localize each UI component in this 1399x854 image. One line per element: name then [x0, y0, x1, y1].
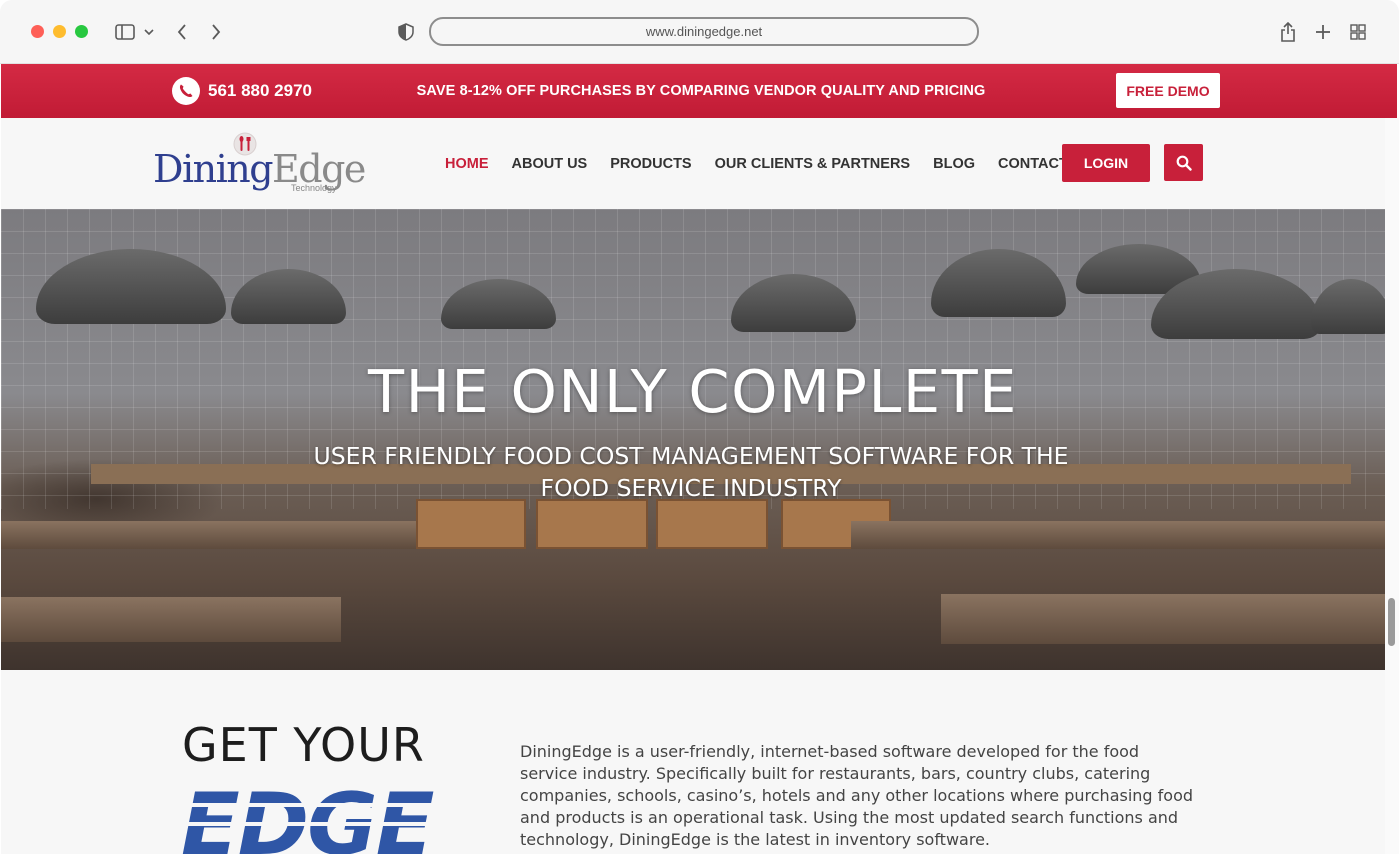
back-icon[interactable]	[172, 18, 192, 46]
nav-blog[interactable]: BLOG	[933, 156, 975, 172]
shield-icon[interactable]	[396, 18, 416, 46]
intro-heading: GET YOUR	[182, 718, 425, 772]
hero-table	[1, 597, 341, 642]
hero-subtitle: USER FRIENDLY FOOD COST MANAGEMENT SOFTW…	[313, 442, 1069, 502]
intro-section: GET YOUR EDGE DiningEdge is a user-frien…	[1, 670, 1385, 854]
nav-about-us[interactable]: ABOUT US	[512, 156, 588, 172]
phone-link[interactable]: 561 880 2970	[172, 77, 312, 105]
phone-icon	[172, 77, 200, 105]
hero-drawer	[536, 499, 648, 549]
logo-tagline: Technology	[291, 183, 337, 193]
browser-toolbar: www.diningedge.net	[0, 0, 1399, 64]
site-header: DiningEdge Technology HOME ABOUT US PROD…	[1, 118, 1385, 209]
hero-banner: THE ONLY COMPLETE USER FRIENDLY FOOD COS…	[1, 209, 1385, 670]
intro-edge-word: EDGE	[181, 775, 434, 854]
url-text: www.diningedge.net	[645, 24, 763, 39]
hero-drawer	[416, 499, 526, 549]
free-demo-button[interactable]: FREE DEMO	[1116, 73, 1220, 108]
logo-dining: Dining	[153, 147, 274, 191]
chevron-down-icon[interactable]	[142, 18, 156, 46]
edge-stripe	[181, 803, 521, 807]
scrollbar-thumb[interactable]	[1388, 598, 1395, 646]
nav-products[interactable]: PRODUCTS	[610, 156, 691, 172]
new-tab-icon[interactable]	[1313, 18, 1333, 46]
tab-overview-icon[interactable]	[1348, 18, 1368, 46]
dining-edge-logo[interactable]: DiningEdge Technology	[153, 130, 366, 200]
hero-table	[851, 521, 1385, 549]
forward-icon[interactable]	[206, 18, 226, 46]
hero-drawer	[656, 499, 768, 549]
search-icon	[1176, 155, 1192, 171]
page-scrollbar[interactable]	[1385, 118, 1399, 854]
hero-table	[1, 521, 416, 549]
hero-table	[941, 594, 1385, 644]
main-nav: HOME ABOUT US PRODUCTS OUR CLIENTS & PAR…	[445, 156, 1115, 172]
promo-bar: 561 880 2970 SAVE 8-12% OFF PURCHASES BY…	[1, 64, 1397, 118]
nav-home[interactable]: HOME	[445, 156, 489, 172]
phone-number: 561 880 2970	[208, 81, 312, 100]
minimize-window-button[interactable]	[53, 25, 66, 38]
intro-body: DiningEdge is a user-friendly, internet-…	[520, 742, 1194, 849]
login-button[interactable]: LOGIN	[1062, 144, 1150, 182]
address-bar[interactable]: www.diningedge.net	[429, 17, 979, 46]
zoom-window-button[interactable]	[75, 25, 88, 38]
close-window-button[interactable]	[31, 25, 44, 38]
share-icon[interactable]	[1278, 18, 1298, 46]
sidebar-icon[interactable]	[114, 18, 136, 46]
edge-stripe	[181, 822, 521, 826]
nav-clients-partners[interactable]: OUR CLIENTS & PARTNERS	[715, 156, 911, 172]
promo-message: SAVE 8-12% OFF PURCHASES BY COMPARING VE…	[416, 83, 986, 99]
search-button[interactable]	[1164, 144, 1203, 181]
hero-title: THE ONLY COMPLETE	[368, 357, 1018, 426]
